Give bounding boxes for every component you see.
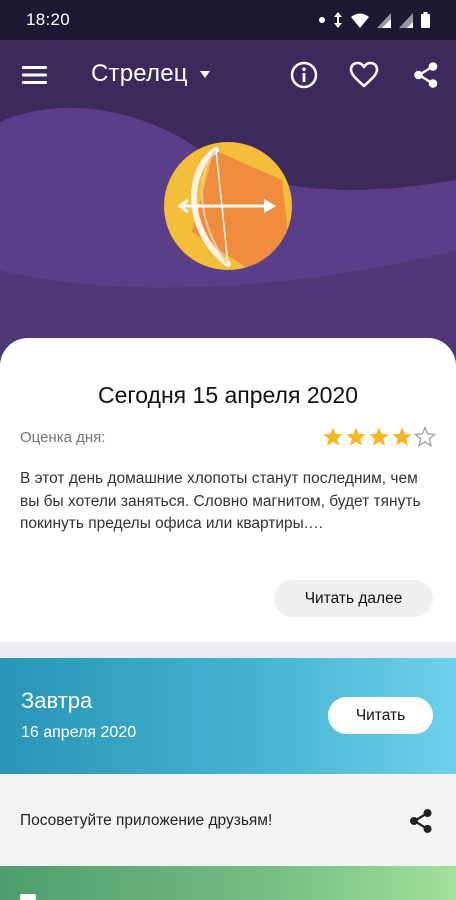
star-empty-icon: [414, 426, 436, 447]
recommend-app-row[interactable]: Посоветуйте приложение друзьям!: [0, 774, 456, 866]
signal-icon: [399, 12, 413, 28]
menu-icon: [22, 66, 47, 84]
sign-selector[interactable]: Стрелец: [91, 60, 210, 88]
menu-button[interactable]: [22, 64, 48, 86]
tomorrow-date: 16 апреля 2020: [21, 724, 137, 741]
share-icon: [409, 809, 432, 833]
read-tomorrow-button[interactable]: Читать: [328, 697, 433, 734]
read-more-button[interactable]: Читать далее: [274, 580, 433, 617]
next-card[interactable]: [0, 866, 456, 900]
heart-icon: [349, 61, 379, 88]
zodiac-sign-badge: [164, 142, 292, 270]
status-bar: 18:20: [0, 0, 456, 40]
notification-dot-icon: [319, 17, 325, 23]
star-filled-icon: [323, 427, 343, 446]
favorite-button[interactable]: [349, 60, 379, 90]
tomorrow-card[interactable]: Завтра 16 апреля 2020 Читать: [0, 658, 456, 774]
share-button[interactable]: [411, 60, 441, 90]
data-arrows-icon: [334, 12, 342, 28]
share-icon: [414, 62, 438, 88]
signal-icon: [377, 12, 391, 28]
status-time: 18:20: [26, 10, 71, 29]
wifi-icon: [351, 13, 369, 28]
recommend-text: Посоветуйте приложение друзьям!: [20, 812, 273, 829]
info-button[interactable]: [289, 60, 319, 90]
info-icon: [290, 61, 318, 89]
day-rating-stars: [322, 426, 436, 448]
next-card-title-peek: [20, 894, 36, 900]
today-card: Сегодня 15 апреля 2020 Оценка дня: В это…: [0, 338, 456, 642]
battery-icon: [421, 12, 430, 28]
status-icons: [319, 12, 430, 28]
rating-label: Оценка дня:: [20, 429, 106, 446]
today-title: Сегодня 15 апреля 2020: [97, 382, 358, 408]
tomorrow-title: Завтра: [21, 688, 93, 713]
app-title: Стрелец: [91, 60, 188, 87]
dropdown-caret-icon: [199, 70, 210, 78]
sagittarius-bow-icon: [177, 147, 292, 270]
app-bar: Стрелец: [0, 40, 456, 110]
star-filled-icon: [369, 427, 389, 446]
recommend-share-button[interactable]: [407, 807, 435, 835]
forecast-text: В этот день домашние хлопоты станут посл…: [20, 470, 421, 532]
star-filled-icon: [392, 427, 412, 446]
star-filled-icon: [346, 427, 366, 446]
